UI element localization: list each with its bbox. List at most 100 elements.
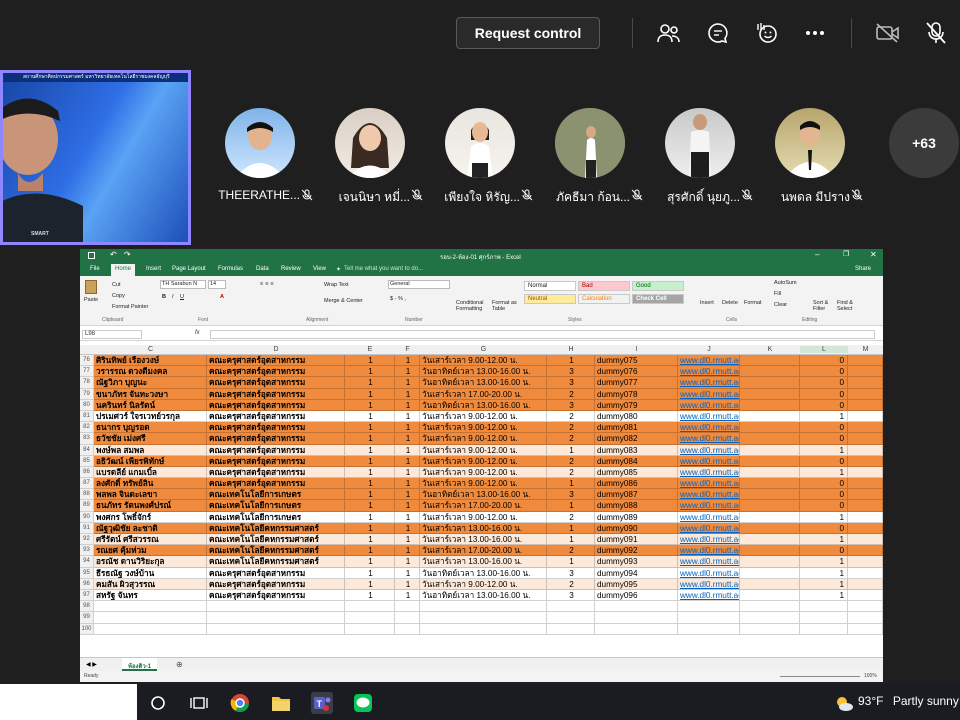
- cell-j[interactable]: www.dl0.rmutt.ac.th: [678, 511, 740, 523]
- row-number[interactable]: 85: [80, 455, 94, 467]
- clear-button[interactable]: Clear: [774, 302, 787, 308]
- cell-e[interactable]: 1: [345, 489, 395, 501]
- taskbar-search-box[interactable]: [0, 684, 137, 720]
- cell-i[interactable]: dummy092: [595, 545, 678, 557]
- row-number[interactable]: 98: [80, 601, 94, 613]
- cell-j[interactable]: www.dl0.rmutt.ac.th: [678, 444, 740, 456]
- cell-k[interactable]: [740, 601, 800, 613]
- cell-h[interactable]: 2: [547, 466, 595, 479]
- cell-f[interactable]: 1: [395, 455, 420, 467]
- formula-input[interactable]: [210, 330, 875, 339]
- style-good[interactable]: Good: [632, 281, 684, 291]
- copy-button[interactable]: Copy: [112, 293, 125, 299]
- cell-f[interactable]: 1: [395, 489, 420, 501]
- row-number[interactable]: 78: [80, 377, 94, 389]
- camera-off-icon[interactable]: [875, 20, 901, 46]
- cell-h[interactable]: 3: [547, 567, 595, 579]
- cell-j[interactable]: [678, 612, 740, 624]
- cell-l[interactable]: 0: [800, 366, 848, 378]
- cell-k[interactable]: [740, 489, 800, 501]
- column-header[interactable]: D: [207, 346, 345, 353]
- cell-c[interactable]: ณัฐวิภา บุญนะ: [94, 377, 207, 389]
- row-number[interactable]: 90: [80, 511, 94, 523]
- teams-icon[interactable]: T: [311, 692, 333, 714]
- cell-e[interactable]: 1: [345, 522, 395, 534]
- cell-k[interactable]: [740, 422, 800, 434]
- cell-h[interactable]: 2: [547, 578, 595, 590]
- cell-d[interactable]: คณะครุศาสตร์อุตสาหกรรม: [207, 478, 345, 490]
- cell-k[interactable]: [740, 567, 800, 579]
- cell-d[interactable]: คณะครุศาสตร์อุตสาหกรรม: [207, 410, 345, 423]
- cell-j[interactable]: www.dl0.rmutt.ac.th: [678, 578, 740, 590]
- cell-e[interactable]: 1: [345, 433, 395, 445]
- tab-review[interactable]: Review: [281, 266, 301, 272]
- cell-i[interactable]: dummy096: [595, 589, 678, 602]
- cell-h[interactable]: 2: [547, 388, 595, 400]
- cell-j[interactable]: www.dl0.rmutt.ac.th: [678, 366, 740, 378]
- cell-l[interactable]: 0: [800, 455, 848, 467]
- cell-h[interactable]: 3: [547, 366, 595, 378]
- cell-l[interactable]: 0: [800, 500, 848, 512]
- row-number[interactable]: 92: [80, 534, 94, 546]
- cell-j[interactable]: www.dl0.rmutt.ac.th: [678, 399, 740, 411]
- share-button[interactable]: Share: [855, 266, 871, 272]
- find-select-button[interactable]: Find & Select: [837, 300, 859, 312]
- cell-g[interactable]: วันอาทิตย์เวลา 13.00-16.00 น.: [420, 366, 547, 378]
- cell-d[interactable]: คณะครุศาสตร์อุตสาหกรรม: [207, 578, 345, 590]
- cell-c[interactable]: ธนภัทร รัตนพงศ์ปรณ์: [94, 500, 207, 512]
- cell-m[interactable]: [848, 355, 883, 367]
- cell-c[interactable]: ขนาภัทร จันทะวงษา: [94, 388, 207, 400]
- cell-l[interactable]: [800, 601, 848, 613]
- cell-l[interactable]: 0: [800, 388, 848, 400]
- cell-e[interactable]: [345, 601, 395, 613]
- row-number[interactable]: 88: [80, 489, 94, 501]
- cell-k[interactable]: [740, 444, 800, 456]
- cell-j[interactable]: www.dl0.rmutt.ac.th: [678, 534, 740, 546]
- cell-m[interactable]: [848, 623, 883, 635]
- cell-l[interactable]: 0: [800, 377, 848, 389]
- cell-d[interactable]: คณะครุศาสตร์อุตสาหกรรม: [207, 377, 345, 389]
- number-format-select[interactable]: General: [388, 280, 450, 289]
- cell-e[interactable]: 1: [345, 377, 395, 389]
- cell-d[interactable]: คณะครุศาสตร์อุตสาหกรรม: [207, 567, 345, 579]
- cell-h[interactable]: 2: [547, 545, 595, 557]
- cell-h[interactable]: [547, 601, 595, 613]
- cell-m[interactable]: [848, 545, 883, 557]
- cell-f[interactable]: 1: [395, 366, 420, 378]
- column-header[interactable]: H: [547, 346, 595, 353]
- minimize-icon[interactable]: –: [815, 250, 819, 259]
- cell-f[interactable]: 1: [395, 511, 420, 523]
- cell-d[interactable]: คณะเทคโนโลยีคหกรรมศาสตร์: [207, 534, 345, 546]
- mic-off-icon[interactable]: [923, 20, 949, 46]
- cell-g[interactable]: วันเสาร์เวลา 9.00-12.00 น.: [420, 433, 547, 445]
- cell-c[interactable]: [94, 612, 207, 624]
- cell-i[interactable]: dummy075: [595, 355, 678, 367]
- cell-e[interactable]: 1: [345, 410, 395, 423]
- more-participants-button[interactable]: +63: [889, 108, 959, 178]
- cell-k[interactable]: [740, 589, 800, 602]
- cell-k[interactable]: [740, 410, 800, 423]
- cell-i[interactable]: dummy089: [595, 511, 678, 523]
- cell-j[interactable]: www.dl0.rmutt.ac.th: [678, 500, 740, 512]
- cell-c[interactable]: พลพล จินดะเลขา: [94, 489, 207, 501]
- cell-c[interactable]: ธนากร บุญรอด: [94, 422, 207, 434]
- tab-data[interactable]: Data: [256, 266, 269, 272]
- row-number[interactable]: 77: [80, 366, 94, 378]
- cell-h[interactable]: 2: [547, 410, 595, 423]
- cell-k[interactable]: [740, 545, 800, 557]
- cell-c[interactable]: อรณัช ดานวิริยะกุล: [94, 556, 207, 568]
- cell-d[interactable]: คณะครุศาสตร์อุตสาหกรรม: [207, 589, 345, 602]
- task-view-icon[interactable]: [188, 692, 210, 714]
- cell-j[interactable]: www.dl0.rmutt.ac.th: [678, 455, 740, 467]
- zoom-slider[interactable]: [780, 676, 860, 677]
- cell-k[interactable]: [740, 377, 800, 389]
- format-as-table-button[interactable]: Format as Table: [492, 300, 520, 312]
- tell-me-box[interactable]: Tell me what you want to do...: [344, 266, 423, 272]
- add-sheet-icon[interactable]: ⊕: [176, 660, 183, 669]
- cell-h[interactable]: 1: [547, 478, 595, 490]
- paste-icon[interactable]: [85, 280, 97, 294]
- cell-f[interactable]: 1: [395, 388, 420, 400]
- bold-button[interactable]: B: [162, 294, 166, 300]
- row-number[interactable]: 76: [80, 355, 94, 367]
- cell-d[interactable]: [207, 612, 345, 624]
